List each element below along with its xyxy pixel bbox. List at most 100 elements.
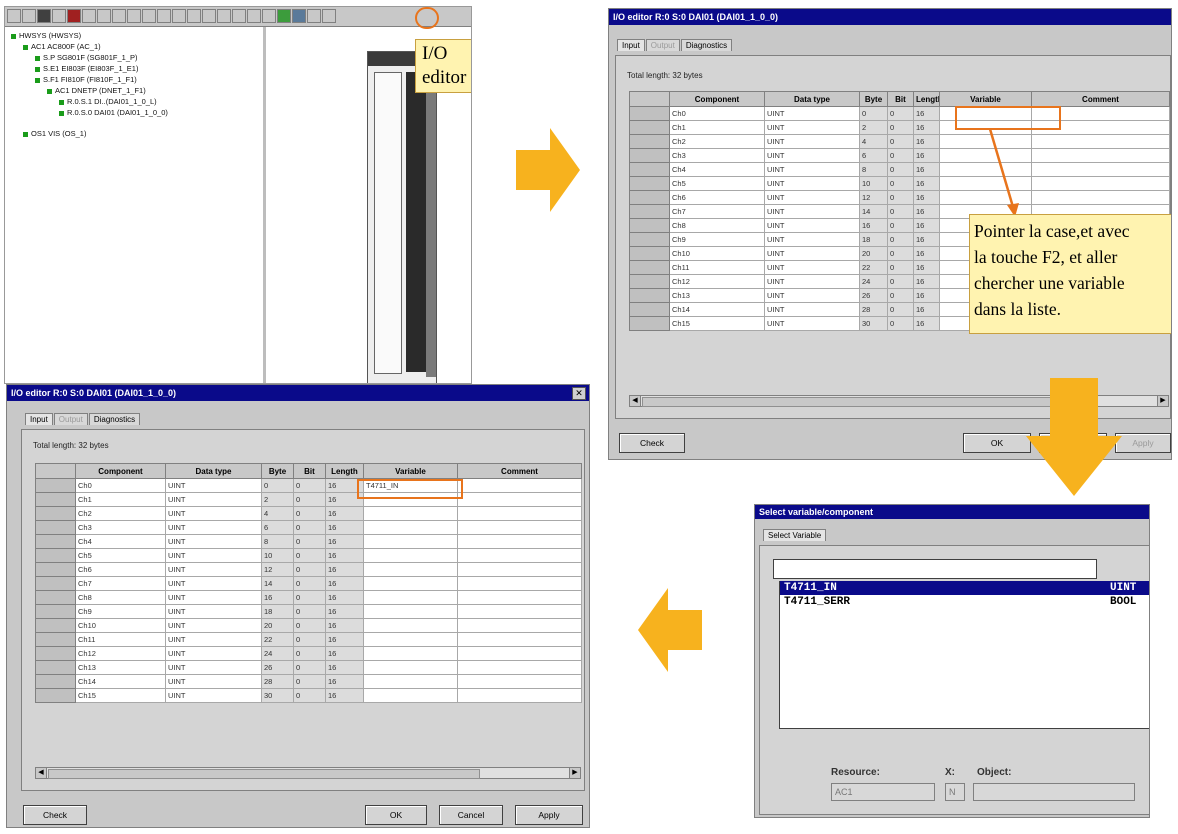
col-component[interactable]: Component [75, 463, 166, 479]
cell-comment[interactable] [1031, 176, 1170, 191]
table-row[interactable]: Ch7 UINT 14 0 16 [35, 576, 582, 591]
tree-item[interactable]: HWSYS (HWSYS) [11, 31, 81, 40]
new-icon[interactable] [7, 9, 21, 23]
cell-comment[interactable] [1031, 162, 1170, 177]
filter-icon[interactable] [247, 9, 261, 23]
table-row[interactable]: Ch14 UINT 28 0 16 [35, 674, 582, 689]
table-row[interactable]: Ch6 UINT 12 0 16 [629, 190, 1170, 205]
stop-icon[interactable] [67, 9, 81, 23]
properties-icon[interactable] [157, 9, 171, 23]
row-header[interactable] [35, 674, 76, 689]
cell-variable[interactable] [363, 520, 458, 535]
col-data-type[interactable]: Data type [165, 463, 262, 479]
copy-icon[interactable] [112, 9, 126, 23]
table-row[interactable]: Ch0 UINT 0 0 16 T4711_IN [35, 478, 582, 493]
cut-icon[interactable] [97, 9, 111, 23]
row-header[interactable] [35, 632, 76, 647]
back-icon[interactable] [217, 9, 231, 23]
cell-comment[interactable] [457, 660, 582, 675]
row-header[interactable] [35, 562, 76, 577]
row-header[interactable] [35, 590, 76, 605]
cell-comment[interactable] [457, 576, 582, 591]
table-row[interactable]: Ch4 UINT 8 0 16 [35, 534, 582, 549]
table-row[interactable]: Ch1 UINT 2 0 16 [35, 492, 582, 507]
delete-icon[interactable] [142, 9, 156, 23]
tree-item[interactable]: AC1 DNETP (DNET_1_F1) [47, 86, 146, 95]
list-item[interactable]: T4711_SERR BOOL [780, 595, 1149, 609]
cell-comment[interactable] [457, 478, 582, 493]
row-header[interactable] [35, 618, 76, 633]
check-button[interactable]: Check [619, 433, 685, 453]
tree-item[interactable]: AC1 AC800F (AC_1) [23, 42, 101, 51]
cell-comment[interactable] [457, 604, 582, 619]
check-button[interactable]: Check [23, 805, 87, 825]
tab-diagnostics[interactable]: Diagnostics [88, 413, 141, 425]
cell-comment[interactable] [1031, 190, 1170, 205]
cell-comment[interactable] [457, 562, 582, 577]
table-row[interactable]: Ch10 UINT 20 0 16 [35, 618, 582, 633]
tab-output[interactable]: Output [645, 39, 680, 51]
row-header[interactable] [35, 492, 76, 507]
table-row[interactable]: Ch5 UINT 10 0 16 [35, 548, 582, 563]
cell-variable[interactable] [363, 660, 458, 675]
col-variable[interactable]: Variable [363, 463, 458, 479]
row-header[interactable] [35, 506, 76, 521]
row-header[interactable] [629, 176, 670, 191]
table-row[interactable]: Ch3 UINT 6 0 16 [629, 148, 1170, 163]
x-field[interactable]: N [945, 783, 965, 801]
row-header[interactable] [35, 660, 76, 675]
table-row[interactable]: Ch2 UINT 4 0 16 [629, 134, 1170, 149]
tree-item[interactable]: S.E1 EI803F (EI803F_1_E1) [35, 64, 138, 73]
col-comment[interactable]: Comment [457, 463, 582, 479]
paste-icon[interactable] [127, 9, 141, 23]
col-bit[interactable]: Bit [887, 91, 914, 107]
row-header[interactable] [629, 246, 670, 261]
row-header[interactable] [629, 162, 670, 177]
row-header[interactable] [35, 576, 76, 591]
tree-item[interactable]: OS1 VIS (OS_1) [23, 129, 86, 138]
cell-comment[interactable] [457, 492, 582, 507]
cell-variable[interactable] [363, 604, 458, 619]
resource-field[interactable]: AC1 [831, 783, 935, 801]
cell-comment[interactable] [1031, 134, 1170, 149]
cell-comment[interactable] [457, 548, 582, 563]
object-field[interactable] [973, 783, 1135, 801]
cell-comment[interactable] [457, 688, 582, 703]
row-header[interactable] [629, 232, 670, 247]
col-byte[interactable]: Byte [859, 91, 888, 107]
row-header[interactable] [35, 548, 76, 563]
col-byte[interactable]: Byte [261, 463, 294, 479]
table-row[interactable]: Ch1 UINT 2 0 16 [629, 120, 1170, 135]
row-header[interactable] [35, 688, 76, 703]
tree-item[interactable]: R.0.S.0 DAI01 (DAI01_1_0_0) [59, 108, 168, 117]
tree-item[interactable]: R.0.S.1 DI..(DAI01_1_0_L) [59, 97, 157, 106]
table-row[interactable]: Ch12 UINT 24 0 16 [35, 646, 582, 661]
open-icon[interactable] [22, 9, 36, 23]
cell-comment[interactable] [457, 520, 582, 535]
table-row[interactable]: Ch8 UINT 16 0 16 [35, 590, 582, 605]
cell-variable[interactable] [363, 576, 458, 591]
col-length[interactable]: Length [913, 91, 940, 107]
row-header[interactable] [629, 316, 670, 331]
col-component[interactable]: Component [669, 91, 765, 107]
row-header[interactable] [629, 148, 670, 163]
table-row[interactable]: Ch9 UINT 18 0 16 [35, 604, 582, 619]
tab-output[interactable]: Output [53, 413, 88, 425]
row-header[interactable] [629, 274, 670, 289]
row-header[interactable] [35, 478, 76, 493]
ok-button[interactable]: OK [365, 805, 427, 825]
list-item[interactable]: T4711_IN UINT [780, 581, 1149, 595]
row-header[interactable] [629, 204, 670, 219]
cell-variable[interactable] [363, 590, 458, 605]
row-header[interactable] [35, 604, 76, 619]
cancel-button[interactable]: Cancel [439, 805, 503, 825]
table-row[interactable]: Ch5 UINT 10 0 16 [629, 176, 1170, 191]
row-header[interactable] [35, 646, 76, 661]
table-row[interactable]: Ch4 UINT 8 0 16 [629, 162, 1170, 177]
row-header[interactable] [629, 190, 670, 205]
tree-icon[interactable] [187, 9, 201, 23]
grid-icon[interactable] [307, 9, 321, 23]
green-icon[interactable] [277, 9, 291, 23]
cell-comment[interactable] [457, 590, 582, 605]
cell-comment[interactable] [457, 618, 582, 633]
